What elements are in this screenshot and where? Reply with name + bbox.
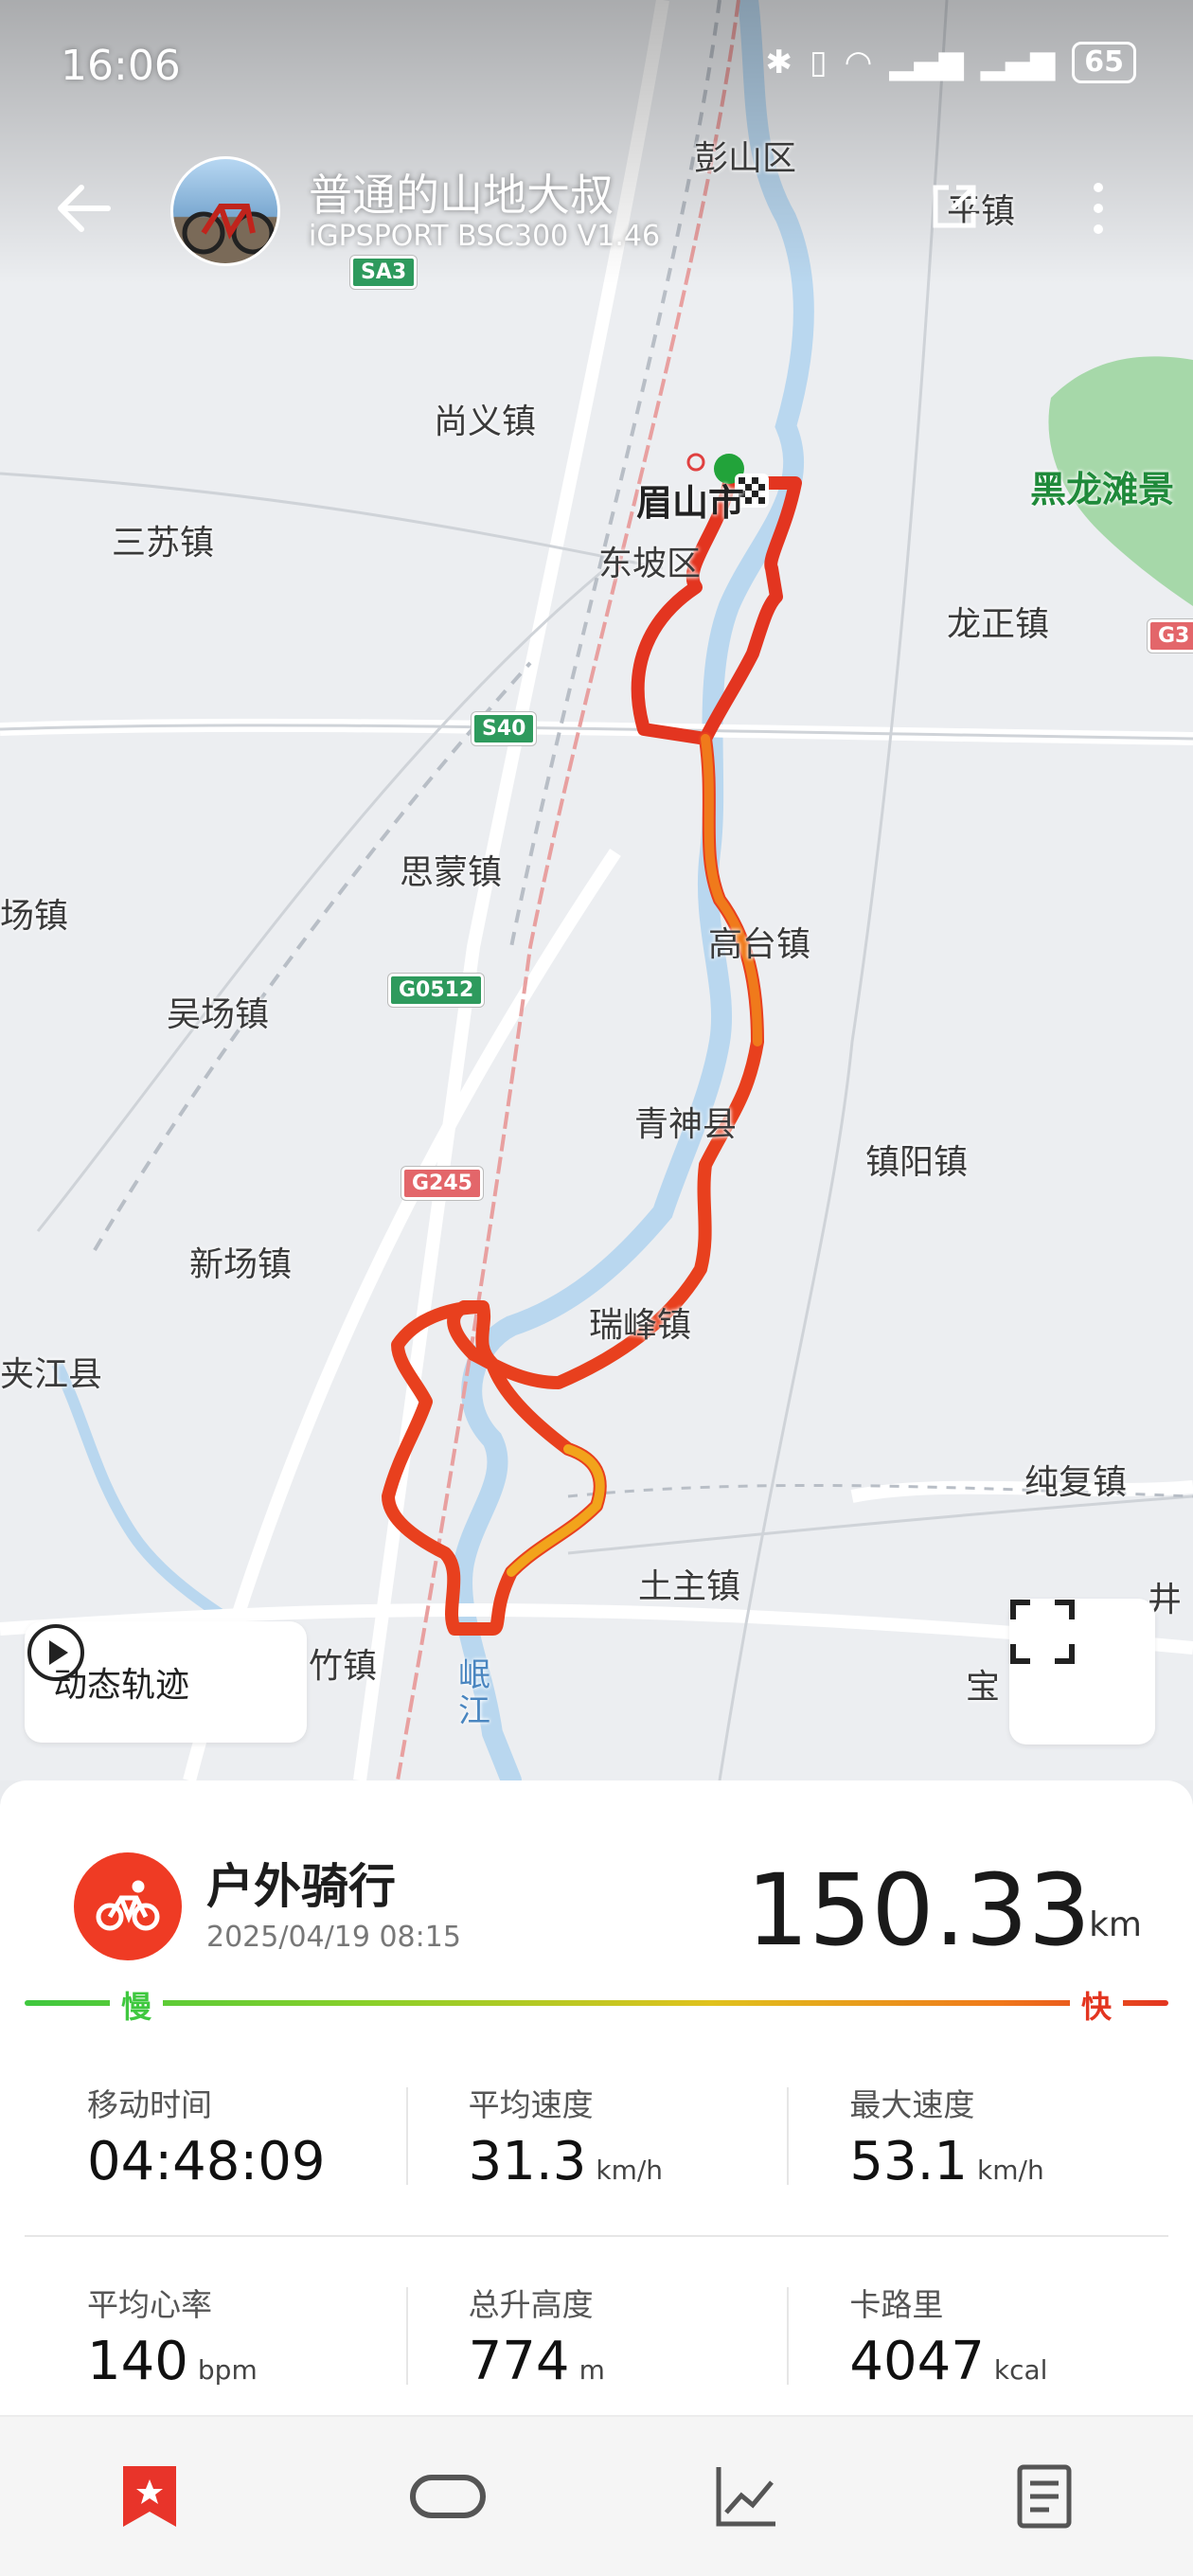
stat-label: 最大速度: [849, 2085, 975, 2123]
cycling-icon: [74, 1852, 182, 1960]
activity-header: 普通的山地大叔 iGPSPORT BSC300 V1.46: [0, 152, 1193, 275]
route-track: [382, 476, 802, 1636]
map-label: 镇阳镇: [865, 1143, 969, 1182]
road-shield: S40: [472, 712, 537, 745]
share-icon[interactable]: [928, 180, 981, 233]
tab-charts[interactable]: [689, 2440, 803, 2553]
road-shield: G245: [401, 1167, 483, 1200]
map-label: 纯复镇: [1024, 1463, 1128, 1502]
stat-value: 774: [468, 2330, 570, 2392]
signal-icon: ▂▄▆: [980, 44, 1056, 81]
bookmark-star-icon: [122, 2466, 176, 2527]
map-label: 思蒙镇: [400, 853, 503, 892]
map-label: 尚义镇: [434, 402, 537, 441]
stat-value: 4047: [849, 2330, 985, 2392]
tab-report[interactable]: [988, 2440, 1101, 2553]
device-info: iGPSPORT BSC300 V1.46: [309, 220, 661, 253]
stat-value: 140: [87, 2330, 188, 2392]
stat-unit: bpm: [197, 2353, 258, 2386]
map-label: 吴场镇: [167, 995, 270, 1034]
map-label: 龙正镇: [947, 605, 1050, 644]
battery-level: 65: [1072, 42, 1136, 83]
stat-label: 总升高度: [468, 2285, 594, 2323]
fast-label: 快: [1069, 1983, 1123, 2027]
fullscreen-icon: [1010, 1600, 1075, 1664]
stat-unit: kcal: [993, 2353, 1048, 2386]
map-label: 高台镇: [708, 925, 811, 964]
signal-icon: ▂▄▆: [889, 44, 964, 81]
map-label: 竹镇: [309, 1647, 378, 1686]
map-label: 新场镇: [189, 1245, 293, 1284]
more-icon[interactable]: [1079, 178, 1117, 239]
tab-laps[interactable]: [391, 2440, 505, 2553]
back-icon[interactable]: [53, 178, 114, 239]
bicycle-photo-icon: [182, 204, 275, 255]
lap-icon: [409, 2475, 486, 2518]
status-bar: 16:06 ✱ ▯ ◠ ▂▄▆ ▂▄▆ 65: [0, 0, 1193, 133]
road-shield: G0512: [388, 974, 485, 1007]
fullscreen-button[interactable]: [1009, 1599, 1155, 1744]
stat-avg-heart-rate: 平均心率 140 bpm: [25, 2280, 406, 2392]
stat-label: 平均心率: [87, 2285, 212, 2323]
stat-label: 平均速度: [468, 2085, 594, 2123]
road-shield: G3: [1148, 619, 1193, 653]
map-label: 土主镇: [638, 1567, 741, 1606]
username: 普通的山地大叔: [309, 170, 614, 221]
distance-unit: km: [1089, 1905, 1142, 1944]
screen: 彭山区 平镇 尚义镇 眉山市 三苏镇 东坡区 黑龙滩景 龙正镇 思蒙镇 场镇 高…: [0, 0, 1193, 2576]
map-label: 夹江县: [0, 1355, 103, 1394]
slow-label: 慢: [110, 1983, 164, 2027]
play-icon: [27, 1624, 84, 1681]
map-label: 场镇: [0, 897, 69, 936]
map-label: 瑞峰镇: [589, 1306, 692, 1345]
map-label: 宝: [966, 1668, 1001, 1707]
activity-datetime: 2025/04/19 08:15: [206, 1921, 461, 1954]
vibrate-icon: ▯: [809, 44, 828, 81]
stat-elevation-gain: 总升高度 774 m: [405, 2280, 788, 2392]
stat-value: 31.3: [468, 2130, 587, 2192]
activity-type: 户外骑行: [206, 1859, 396, 1914]
status-time: 16:06: [61, 42, 181, 90]
map-label: 三苏镇: [112, 524, 215, 563]
stats-grid: 移动时间 04:48:09 平均速度 31.3 km/h 最大速度 53.1 km/…: [25, 2036, 1168, 2434]
status-icons: ✱ ▯ ◠ ▂▄▆ ▂▄▆ 65: [765, 42, 1136, 83]
bluetooth-icon: ✱: [765, 44, 792, 81]
stat-label: 卡路里: [849, 2285, 944, 2323]
speed-gradient-bar: [25, 2000, 1168, 2006]
stat-avg-speed: 平均速度 31.3 km/h: [405, 2080, 788, 2192]
bottom-tab-bar: [0, 2415, 1193, 2576]
stat-unit: km/h: [596, 2154, 664, 2186]
speed-legend: 慢 快: [25, 1983, 1168, 2027]
report-icon: [1017, 2464, 1071, 2529]
stat-max-speed: 最大速度 53.1 km/h: [787, 2080, 1168, 2192]
stat-unit: m: [579, 2353, 605, 2386]
stat-unit: km/h: [977, 2154, 1044, 2186]
map-label: 岷江: [458, 1656, 490, 1730]
avatar[interactable]: [170, 156, 280, 266]
tab-overview[interactable]: [93, 2440, 206, 2553]
stat-value: 53.1: [849, 2130, 969, 2192]
total-distance: 150.33: [746, 1852, 1091, 1968]
map-label: 眉山市: [636, 482, 745, 524]
activity-summary-panel: 户外骑行 2025/04/19 08:15 150.33 km 慢 快 移动时间…: [0, 1780, 1193, 2415]
dynamic-track-button[interactable]: 动态轨迹: [25, 1621, 307, 1743]
map-label: 东坡区: [598, 545, 702, 583]
stat-calories: 卡路里 4047 kcal: [787, 2280, 1168, 2392]
wifi-icon: ◠: [844, 44, 873, 81]
stat-value: 04:48:09: [87, 2130, 326, 2192]
map-label: 黑龙滩景: [1030, 469, 1175, 510]
chart-icon: [716, 2467, 775, 2527]
map-label: 青神县: [634, 1105, 738, 1144]
stat-label: 移动时间: [87, 2085, 212, 2123]
stat-moving-time: 移动时间 04:48:09: [25, 2080, 406, 2192]
